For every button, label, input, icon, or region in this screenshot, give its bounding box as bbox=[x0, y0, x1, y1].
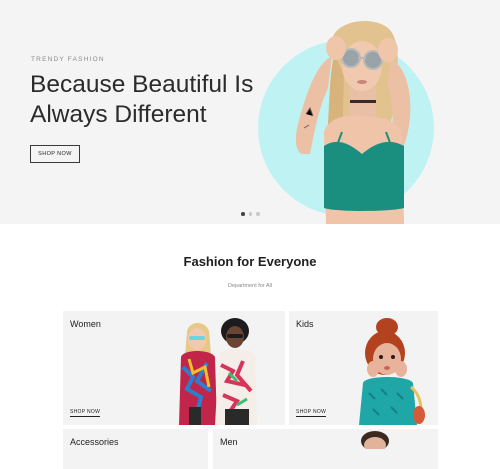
category-title-women: Women bbox=[70, 319, 101, 329]
hero-headline-line1: Because Beautiful Is bbox=[30, 71, 254, 98]
hero-banner: TRENDY FASHION Because Beautiful Is Alwa… bbox=[0, 0, 500, 224]
hero-headline: Because Beautiful Is Always Different bbox=[30, 70, 270, 130]
category-card-kids[interactable]: Kids SHOP NOW bbox=[289, 311, 438, 425]
hero-eyebrow: TRENDY FASHION bbox=[31, 56, 105, 63]
carousel-dot-1[interactable] bbox=[241, 212, 245, 216]
category-title-kids: Kids bbox=[296, 319, 314, 329]
category-title-men: Men bbox=[220, 437, 238, 447]
category-card-women[interactable]: Women SHOP NOW bbox=[63, 311, 285, 425]
hero-shop-now-button[interactable]: SHOP NOW bbox=[30, 145, 80, 163]
category-card-accessories[interactable]: Accessories bbox=[63, 429, 208, 469]
women-category-image bbox=[179, 318, 257, 425]
carousel-dots bbox=[241, 212, 260, 216]
carousel-dot-3[interactable] bbox=[256, 212, 260, 216]
kids-category-image bbox=[359, 318, 425, 425]
section-title: Fashion for Everyone bbox=[183, 254, 317, 269]
section-subtitle: Department for All bbox=[227, 283, 273, 289]
carousel-dot-2[interactable] bbox=[248, 212, 252, 216]
hero-headline-line2: Always Different bbox=[30, 101, 207, 128]
men-category-image bbox=[361, 431, 389, 449]
category-title-accessories: Accessories bbox=[70, 437, 119, 447]
hero-model-image bbox=[295, 21, 411, 224]
category-card-men[interactable]: Men bbox=[213, 429, 438, 469]
kids-shop-now-link[interactable]: SHOP NOW bbox=[296, 409, 327, 417]
women-shop-now-link[interactable]: SHOP NOW bbox=[70, 409, 101, 417]
